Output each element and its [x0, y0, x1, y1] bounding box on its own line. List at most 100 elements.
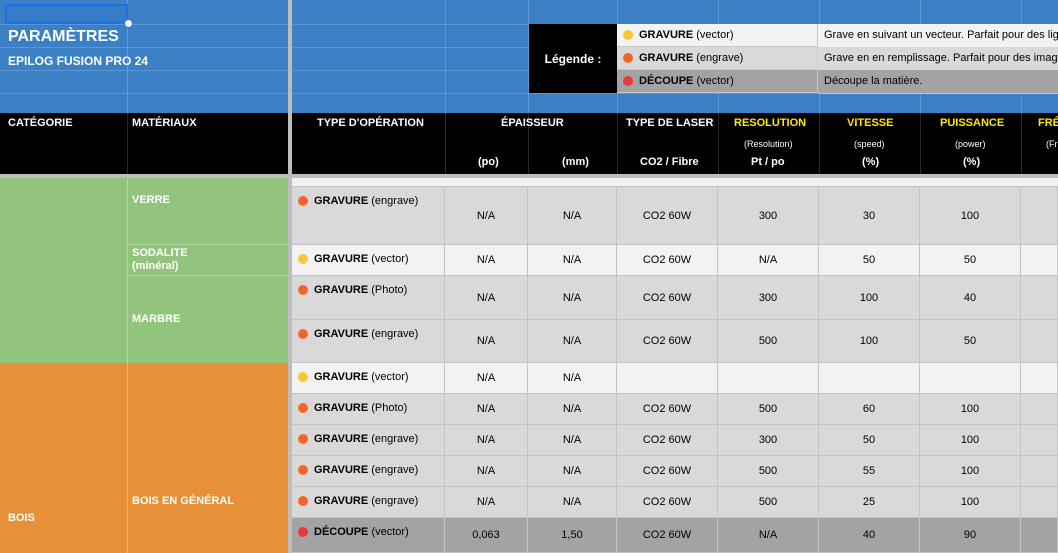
- cell-speed[interactable]: 25: [819, 487, 920, 517]
- cell-frequence[interactable]: [1021, 276, 1058, 319]
- cell-po[interactable]: N/A: [445, 456, 528, 486]
- category-bois[interactable]: BOIS: [8, 512, 35, 524]
- cell-laser[interactable]: CO2 60W: [617, 425, 718, 455]
- cell-power[interactable]: 100: [920, 394, 1021, 424]
- cell-laser[interactable]: CO2 60W: [617, 456, 718, 486]
- material-bois-general[interactable]: BOIS EN GÉNÉRAL: [132, 495, 234, 507]
- cell-res[interactable]: [718, 363, 819, 393]
- cell-speed[interactable]: 50: [819, 245, 920, 275]
- cell-mm[interactable]: 1,50: [528, 518, 617, 552]
- operation-cell[interactable]: GRAVURE (engrave): [292, 187, 445, 244]
- legend-row-cut[interactable]: DÉCOUPE (vector) Découpe la matière.: [617, 70, 1058, 94]
- cell-frequence[interactable]: [1021, 363, 1058, 393]
- table-row[interactable]: GRAVURE (engrave) N/A N/A CO2 60W 500 55 100: [292, 456, 1058, 487]
- operation-cell[interactable]: GRAVURE (Photo): [292, 394, 445, 424]
- cell-frequence[interactable]: [1021, 425, 1058, 455]
- cell-speed[interactable]: 55: [819, 456, 920, 486]
- table-row[interactable]: GRAVURE (engrave) N/A N/A CO2 60W 300 50 100: [292, 425, 1058, 456]
- header-epaisseur[interactable]: ÉPAISSEUR: [501, 117, 564, 129]
- cell-power[interactable]: 90: [920, 518, 1021, 552]
- cell-power[interactable]: 100: [920, 456, 1021, 486]
- cell-frequence[interactable]: [1021, 320, 1058, 362]
- cell-frequence[interactable]: [1021, 187, 1058, 244]
- cell-frequence[interactable]: [1021, 456, 1058, 486]
- cell-frequence[interactable]: [1021, 518, 1058, 552]
- cell-mm[interactable]: N/A: [528, 245, 617, 275]
- header-frequence[interactable]: FRÉ: [1038, 117, 1058, 129]
- cell-mm[interactable]: N/A: [528, 487, 617, 517]
- legend-row-vector[interactable]: GRAVURE (vector) Grave en suivant un vec…: [617, 24, 1058, 48]
- cell-laser[interactable]: [617, 363, 718, 393]
- cell-mm[interactable]: N/A: [528, 187, 617, 244]
- cell-speed[interactable]: 40: [819, 518, 920, 552]
- selection-fill-handle[interactable]: [124, 19, 133, 28]
- header-resolution[interactable]: RESOLUTION: [734, 117, 806, 129]
- cell-speed[interactable]: 50: [819, 425, 920, 455]
- header-materiaux[interactable]: MATÉRIAUX: [132, 117, 197, 129]
- cell-po[interactable]: N/A: [445, 187, 528, 244]
- table-row[interactable]: DÉCOUPE (vector) 0,063 1,50 CO2 60W N/A 40 90: [292, 518, 1058, 553]
- operation-cell[interactable]: GRAVURE (Photo): [292, 276, 445, 319]
- cell-res[interactable]: 500: [718, 394, 819, 424]
- cell-laser[interactable]: CO2 60W: [617, 276, 718, 319]
- cell-mm[interactable]: N/A: [528, 394, 617, 424]
- header-categorie[interactable]: CATÉGORIE: [8, 117, 73, 129]
- cell-res[interactable]: 300: [718, 425, 819, 455]
- cell-po[interactable]: N/A: [445, 276, 528, 319]
- table-row[interactable]: GRAVURE (engrave) N/A N/A CO2 60W 500 100 50: [292, 320, 1058, 363]
- cell-power[interactable]: 100: [920, 187, 1021, 244]
- cell-speed[interactable]: [819, 363, 920, 393]
- cell-mm[interactable]: N/A: [528, 363, 617, 393]
- header-type-laser[interactable]: TYPE DE LASER: [626, 117, 713, 129]
- table-row[interactable]: GRAVURE (vector) N/A N/A CO2 60W N/A 50 50: [292, 245, 1058, 276]
- material-verre[interactable]: VERRE: [132, 194, 170, 206]
- cell-laser[interactable]: CO2 60W: [617, 187, 718, 244]
- cell-po[interactable]: N/A: [445, 487, 528, 517]
- selected-cell[interactable]: [5, 4, 128, 24]
- cell-po[interactable]: N/A: [445, 245, 528, 275]
- operation-cell[interactable]: DÉCOUPE (vector): [292, 518, 445, 552]
- cell-mm[interactable]: N/A: [528, 320, 617, 362]
- cell-mm[interactable]: N/A: [528, 456, 617, 486]
- operation-cell[interactable]: GRAVURE (vector): [292, 245, 445, 275]
- cell-po[interactable]: N/A: [445, 320, 528, 362]
- cell-power[interactable]: 50: [920, 320, 1021, 362]
- operation-cell[interactable]: GRAVURE (engrave): [292, 320, 445, 362]
- material-marbre[interactable]: MARBRE: [132, 313, 180, 325]
- cell-speed[interactable]: 60: [819, 394, 920, 424]
- cell-power[interactable]: 50: [920, 245, 1021, 275]
- cell-power[interactable]: 40: [920, 276, 1021, 319]
- cell-power[interactable]: [920, 363, 1021, 393]
- header-type-operation[interactable]: TYPE D'OPÉRATION: [317, 117, 424, 129]
- cell-laser[interactable]: CO2 60W: [617, 320, 718, 362]
- operation-cell[interactable]: GRAVURE (engrave): [292, 456, 445, 486]
- cell-laser[interactable]: CO2 60W: [617, 518, 718, 552]
- cell-laser[interactable]: CO2 60W: [617, 394, 718, 424]
- cell-res[interactable]: N/A: [718, 518, 819, 552]
- cell-laser[interactable]: CO2 60W: [617, 245, 718, 275]
- cell-frequence[interactable]: [1021, 394, 1058, 424]
- cell-speed[interactable]: 100: [819, 320, 920, 362]
- operation-cell[interactable]: GRAVURE (engrave): [292, 487, 445, 517]
- table-row[interactable]: GRAVURE (engrave) N/A N/A CO2 60W 500 25 100: [292, 487, 1058, 518]
- header-puissance[interactable]: PUISSANCE: [940, 117, 1004, 129]
- cell-speed[interactable]: 100: [819, 276, 920, 319]
- cell-mm[interactable]: N/A: [528, 276, 617, 319]
- cell-power[interactable]: 100: [920, 487, 1021, 517]
- cell-laser[interactable]: CO2 60W: [617, 487, 718, 517]
- table-row[interactable]: GRAVURE (engrave) N/A N/A CO2 60W 300 30 100: [292, 187, 1058, 245]
- cell-po[interactable]: N/A: [445, 425, 528, 455]
- cell-res[interactable]: 500: [718, 487, 819, 517]
- cell-po[interactable]: 0,063: [445, 518, 528, 552]
- cell-mm[interactable]: N/A: [528, 425, 617, 455]
- cell-po[interactable]: N/A: [445, 363, 528, 393]
- table-row[interactable]: GRAVURE (Photo) N/A N/A CO2 60W 300 100 40: [292, 276, 1058, 320]
- cell-frequence[interactable]: [1021, 487, 1058, 517]
- legend-row-engrave[interactable]: GRAVURE (engrave) Grave en en remplissag…: [617, 47, 1058, 71]
- cell-res[interactable]: N/A: [718, 245, 819, 275]
- cell-res[interactable]: 300: [718, 187, 819, 244]
- cell-res[interactable]: 300: [718, 276, 819, 319]
- cell-res[interactable]: 500: [718, 320, 819, 362]
- cell-power[interactable]: 100: [920, 425, 1021, 455]
- material-sodalite[interactable]: SODALITE: [132, 247, 188, 259]
